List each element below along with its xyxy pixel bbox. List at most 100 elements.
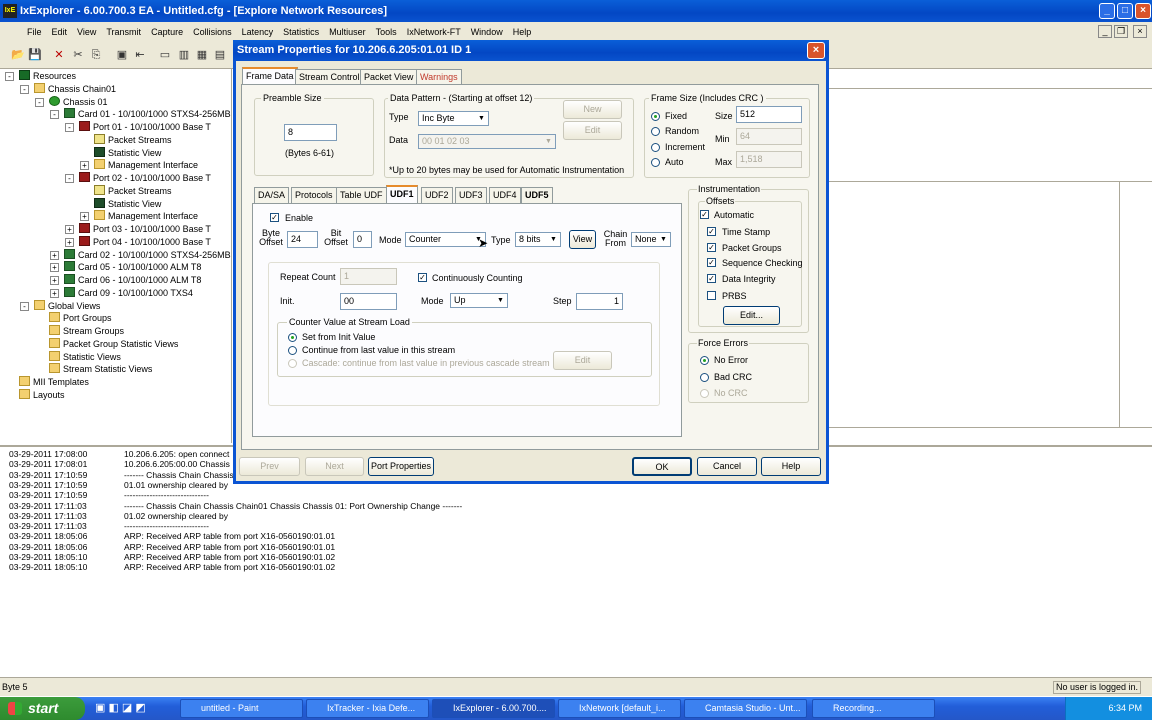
tree-item[interactable]: Port 02 - 10/100/1000 Base T	[79, 172, 211, 185]
save-icon[interactable]: 💾	[27, 47, 43, 63]
udf-view-button[interactable]: View	[569, 230, 596, 249]
tree-item[interactable]: Port 04 - 10/100/1000 Base T	[79, 235, 211, 249]
taskbar-button[interactable]: IxNetwork [default_i...	[558, 699, 681, 718]
bad-crc-radio[interactable]	[700, 373, 709, 382]
pattern-new-button[interactable]: New	[563, 100, 622, 119]
layout-4-icon[interactable]: ▤	[212, 47, 228, 63]
sequence-checking-checkbox[interactable]: ✓	[707, 258, 716, 267]
menu-statistics[interactable]: Statistics	[278, 27, 324, 37]
frame-size-input[interactable]: 512	[736, 106, 802, 123]
frame-fixed-radio[interactable]	[651, 112, 660, 121]
set-init-radio[interactable]	[288, 333, 297, 342]
tree-item[interactable]: Chassis Chain01	[34, 82, 116, 96]
tree-expander-icon[interactable]: -	[65, 123, 74, 132]
frame-max-input[interactable]: 1,518	[736, 151, 802, 168]
menu-help[interactable]: Help	[508, 27, 537, 37]
tree-expander-icon[interactable]: -	[50, 110, 59, 120]
tree-item[interactable]: Card 09 - 10/100/1000 TXS4	[64, 286, 193, 300]
menu-transmit[interactable]: Transmit	[101, 27, 146, 37]
preamble-size-input[interactable]: 8	[284, 124, 337, 141]
tree-expander-icon[interactable]: +	[50, 263, 59, 273]
tab-frame-data[interactable]: Frame Data	[242, 67, 298, 85]
tree-item[interactable]: Port 03 - 10/100/1000 Base T	[79, 223, 211, 236]
menu-multiuser[interactable]: Multiuser	[324, 27, 371, 37]
menu-window[interactable]: Window	[466, 27, 508, 37]
continuous-checkbox[interactable]: ✓	[418, 273, 427, 282]
subtab-udf2[interactable]: UDF2	[421, 187, 453, 203]
menu-ixnetwork-ft[interactable]: IxNetwork-FT	[402, 27, 466, 37]
frame-auto-radio[interactable]	[651, 158, 660, 167]
menu-capture[interactable]: Capture	[146, 27, 188, 37]
back-icon[interactable]: ⇤	[132, 47, 148, 63]
layout-1-icon[interactable]: ▭	[157, 47, 173, 63]
tree-item[interactable]: Management Interface	[94, 159, 198, 172]
taskbar-button[interactable]: IxTracker - Ixia Defe...	[306, 699, 429, 718]
dialog-close-icon[interactable]: ×	[807, 42, 825, 59]
subtab-protocols[interactable]: Protocols	[291, 187, 337, 203]
tree-item[interactable]: MII Templates	[19, 376, 89, 389]
mdi-minimize-icon[interactable]: _	[1098, 25, 1112, 38]
tree-item[interactable]: Packet Group Statistic Views	[49, 337, 178, 351]
chain-from-select[interactable]: None ▼	[631, 232, 671, 247]
time-stamp-checkbox[interactable]: ✓	[707, 227, 716, 236]
repeat-count-input[interactable]: 1	[340, 268, 397, 285]
tree-expander-icon[interactable]: +	[50, 288, 59, 298]
tree-expander-icon[interactable]: -	[65, 174, 74, 183]
tree-item[interactable]: Card 01 - 10/100/1000 STXS4-256MB	[64, 108, 231, 121]
init-input[interactable]: 00	[340, 293, 397, 310]
prev-button[interactable]: Prev	[239, 457, 300, 476]
tab-packet-view[interactable]: Packet View	[360, 69, 418, 85]
frame-min-input[interactable]: 64	[736, 128, 802, 145]
tree-expander-icon[interactable]: -	[20, 84, 29, 94]
tree-item[interactable]: Global Views	[34, 299, 100, 313]
tree-item[interactable]: Stream Groups	[49, 325, 124, 338]
tree-expander-icon[interactable]: -	[5, 72, 14, 81]
menu-view[interactable]: View	[72, 27, 101, 37]
taskbar-button[interactable]: Camtasia Studio - Unt...	[684, 699, 807, 718]
tree-item[interactable]: Chassis 01	[49, 95, 108, 109]
frame-random-radio[interactable]	[651, 127, 660, 136]
cancel-button[interactable]: Cancel	[697, 457, 757, 476]
menu-tools[interactable]: Tools	[371, 27, 402, 37]
help-button[interactable]: Help	[761, 457, 821, 476]
ok-button[interactable]: OK	[632, 457, 692, 476]
maximize-icon[interactable]: □	[1117, 3, 1133, 19]
cut-icon[interactable]: ✂	[70, 47, 86, 63]
packet-groups-checkbox[interactable]: ✓	[707, 243, 716, 252]
tree-item[interactable]: Layouts	[19, 388, 65, 402]
prbs-checkbox[interactable]	[707, 291, 716, 300]
tree-expander-icon[interactable]: +	[50, 250, 59, 260]
udf-enable-checkbox[interactable]: ✓	[270, 213, 279, 222]
tree-item[interactable]: Card 06 - 10/100/1000 ALM T8	[64, 274, 201, 287]
minimize-icon[interactable]: _	[1099, 3, 1115, 19]
layout-3-icon[interactable]: ▦	[194, 47, 210, 63]
udf-type-select[interactable]: 8 bits ▼	[515, 232, 561, 247]
tree-expander-icon[interactable]: +	[50, 276, 59, 285]
next-button[interactable]: Next	[305, 457, 364, 476]
mdi-restore-icon[interactable]: ❐	[1114, 25, 1128, 38]
copy-icon[interactable]: ⎘	[88, 47, 104, 63]
subtab-dasa[interactable]: DA/SA	[254, 187, 290, 203]
tab-warnings[interactable]: Warnings	[416, 69, 462, 85]
tree-expander-icon[interactable]: -	[35, 97, 44, 107]
tab-stream-control[interactable]: Stream Control	[295, 69, 364, 85]
counter-mode-select[interactable]: Up ▼	[450, 293, 508, 308]
no-crc-radio[interactable]	[700, 389, 709, 398]
tree-item[interactable]: Card 02 - 10/100/1000 STXS4-256MB	[64, 248, 231, 262]
tree-item[interactable]: Port 01 - 10/100/1000 Base T	[79, 121, 211, 134]
tree-item[interactable]: Card 05 - 10/100/1000 ALM T8	[64, 261, 201, 274]
tree-item[interactable]: Management Interface	[94, 210, 198, 223]
subtab-udf4[interactable]: UDF4	[489, 187, 521, 203]
frame-increment-radio[interactable]	[651, 143, 660, 152]
tree-item[interactable]: Port Groups	[49, 312, 112, 325]
tree-item[interactable]: Statistic View	[94, 146, 161, 160]
taskbar-button[interactable]: untitled - Paint	[180, 699, 303, 718]
instrumentation-edit-button[interactable]: Edit...	[723, 306, 780, 325]
pattern-type-select[interactable]: Inc Byte ▼	[418, 111, 489, 126]
mdi-close-icon[interactable]: ×	[1133, 25, 1147, 38]
menu-edit[interactable]: Edit	[47, 27, 73, 37]
close-icon[interactable]: ×	[1135, 3, 1151, 19]
subtab-table-udf[interactable]: Table UDF	[336, 187, 387, 203]
tree-expander-icon[interactable]: +	[65, 237, 74, 247]
taskbar-button[interactable]: Recording...	[812, 699, 935, 718]
